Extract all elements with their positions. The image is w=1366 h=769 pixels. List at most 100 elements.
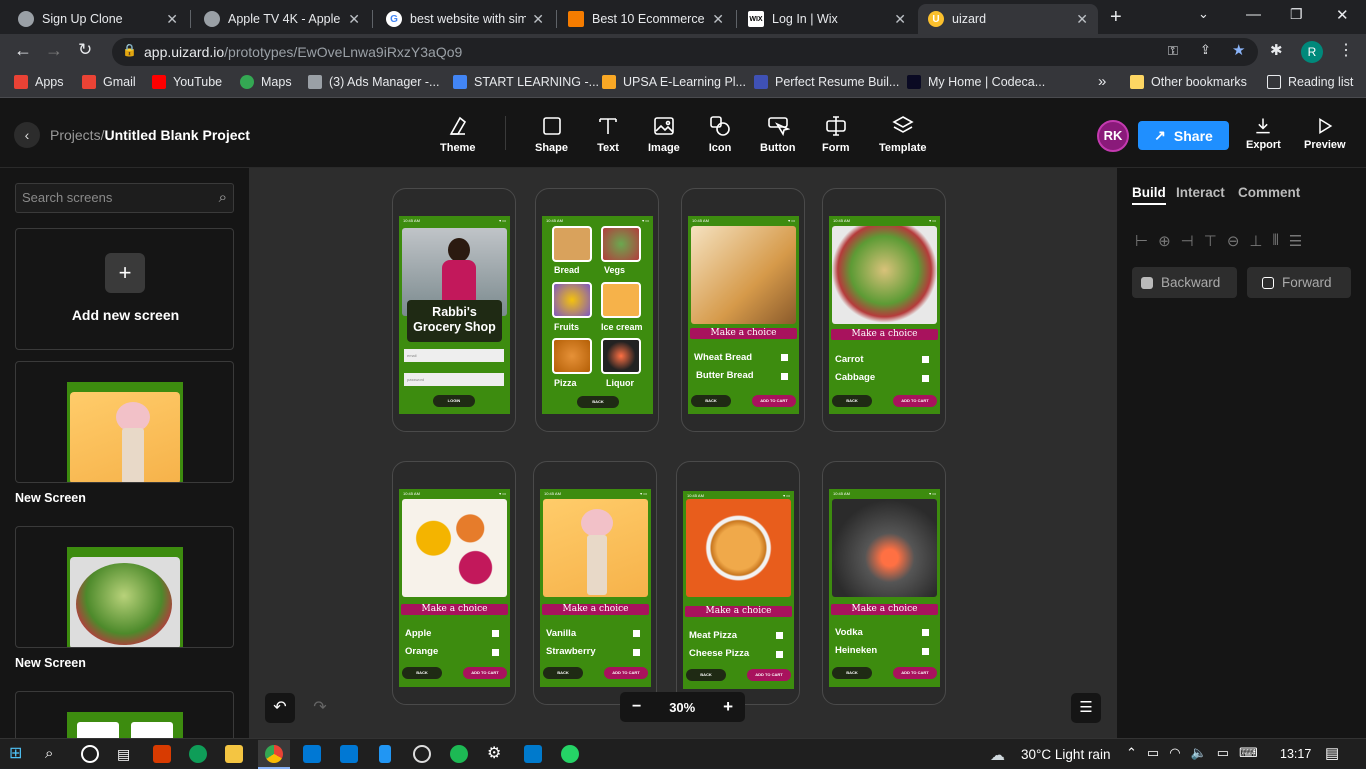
phone-frame-vegs[interactable]: 10:45 AM ▾ ▭ Make a choice Carrot Cabbage… <box>822 188 946 432</box>
close-tab-icon[interactable]: ✕ <box>166 11 178 28</box>
phone-frame-fruits[interactable]: 10:45 AM ▾ ▭ Make a choice Apple Orange B… <box>392 461 516 705</box>
other-bookmarks[interactable]: Other bookmarks <box>1130 75 1247 89</box>
undo-icon[interactable]: ↶ <box>265 693 295 723</box>
close-tab-icon[interactable]: ✕ <box>1076 11 1088 28</box>
forward-arrow-icon[interactable]: → <box>45 40 63 61</box>
redo-icon[interactable]: ↷ <box>305 693 335 723</box>
tab-search-icon[interactable]: ⌄ <box>1198 6 1209 22</box>
notifications-icon[interactable]: ▤ <box>1325 744 1339 762</box>
volume-icon[interactable]: 🔈 <box>1191 745 1207 761</box>
bookmark-item[interactable]: (3) Ads Manager -... <box>308 75 439 89</box>
browser-tab[interactable]: Apple TV 4K - Apple ✕ <box>194 4 370 34</box>
office-icon[interactable] <box>153 745 171 763</box>
mail-icon[interactable] <box>340 745 358 763</box>
browser-tab[interactable]: Best 10 Ecommerce S ✕ <box>558 4 734 34</box>
battery-icon[interactable]: ▭ <box>1217 745 1229 761</box>
search-screens-input[interactable]: Search screens ⌕ <box>15 183 234 213</box>
task-view-icon[interactable]: ▤ <box>117 745 135 763</box>
screen-name[interactable]: New Screen <box>15 491 86 505</box>
chrome-icon[interactable] <box>265 745 283 763</box>
whatsapp-icon[interactable] <box>561 745 579 763</box>
distribute-h-icon[interactable]: ⫴ <box>1272 232 1278 250</box>
bookmark-item[interactable]: YouTube <box>152 75 222 89</box>
bookmark-item[interactable]: Perfect Resume Buil... <box>754 75 899 89</box>
phone-app-icon[interactable] <box>379 745 391 763</box>
browser-tab-active[interactable]: U uizard ✕ <box>918 4 1098 34</box>
tool-button[interactable]: Button <box>760 114 795 154</box>
project-title[interactable]: Untitled Blank Project <box>104 127 249 143</box>
back-chevron-icon[interactable]: ‹ <box>14 122 40 148</box>
tool-icon[interactable]: Icon <box>708 114 732 154</box>
tool-template[interactable]: Template <box>879 114 926 154</box>
more-bookmarks-icon[interactable]: » <box>1098 73 1106 90</box>
windows-start-icon[interactable]: ⊞ <box>9 745 27 763</box>
breadcrumb-projects[interactable]: Projects <box>50 127 101 143</box>
tab-interact[interactable]: Interact <box>1176 185 1225 200</box>
screen-name[interactable]: New Screen <box>15 656 86 670</box>
minimize-icon[interactable]: — <box>1246 6 1261 23</box>
extensions-icon[interactable]: ✱ <box>1270 41 1283 59</box>
align-top-icon[interactable]: ⊤ <box>1204 232 1217 250</box>
align-left-icon[interactable]: ⊢ <box>1135 232 1148 250</box>
settings-sliders-icon[interactable]: ☰ <box>1071 693 1101 723</box>
share-page-icon[interactable]: ⇪ <box>1200 42 1211 58</box>
distribute-v-icon[interactable]: ☰ <box>1289 232 1302 250</box>
vscode-icon[interactable] <box>524 745 542 763</box>
settings-gear-icon[interactable]: ⚙ <box>487 745 505 763</box>
bookmark-item[interactable]: START LEARNING -... <box>453 75 599 89</box>
tool-shape[interactable]: Shape <box>535 114 568 154</box>
close-tab-icon[interactable]: ✕ <box>712 11 724 28</box>
new-tab-button[interactable]: + <box>1110 6 1122 29</box>
spotify-icon[interactable] <box>450 745 468 763</box>
tool-text[interactable]: Text <box>596 114 620 154</box>
bookmark-item[interactable]: Gmail <box>82 75 136 89</box>
browser-tab[interactable]: WIX Log In | Wix ✕ <box>738 4 916 34</box>
align-middle-v-icon[interactable]: ⊖ <box>1227 232 1240 250</box>
zoom-out-button[interactable]: − <box>632 698 641 716</box>
bookmark-item[interactable]: Maps <box>240 75 292 89</box>
bookmark-item[interactable]: My Home | Codeca... <box>907 75 1045 89</box>
search-icon[interactable]: ⌕ <box>45 745 63 763</box>
tool-theme[interactable]: Theme <box>440 114 475 154</box>
screen-thumbnail[interactable] <box>15 526 234 648</box>
wifi-icon[interactable]: ◠ <box>1169 745 1180 761</box>
keyboard-icon[interactable]: ⌨ <box>1239 745 1258 761</box>
browser-tab[interactable]: Sign Up Clone ✕ <box>8 4 188 34</box>
tab-build[interactable]: Build <box>1132 185 1166 205</box>
tray-chevron-icon[interactable]: ⌃ <box>1126 745 1137 761</box>
phone-frame-categories[interactable]: 10:45 AM ▾ ▭ Bread Vegs Fruits Ice cream … <box>535 188 659 432</box>
phone-frame-icecream[interactable]: 10:45 AM ▾ ▭ Make a choice Vanilla Strawb… <box>533 461 657 705</box>
cortana-icon[interactable] <box>81 745 99 763</box>
reading-list[interactable]: Reading list <box>1267 75 1353 89</box>
screen-thumbnail[interactable] <box>15 361 234 483</box>
store-icon[interactable] <box>303 745 321 763</box>
weather-text[interactable]: 30°C Light rain <box>1021 747 1110 762</box>
phone-frame-bread[interactable]: 10:45 AM ▾ ▭ Make a choice Wheat Bread Bu… <box>681 188 805 432</box>
backward-button[interactable]: Backward <box>1132 267 1237 298</box>
phone-frame-pizza[interactable]: 10:45 AM ▾ ▭ Make a choice Meat Pizza Che… <box>676 461 800 705</box>
share-button[interactable]: ↗ Share <box>1138 121 1229 150</box>
back-arrow-icon[interactable]: ← <box>14 40 32 61</box>
close-tab-icon[interactable]: ✕ <box>348 11 360 28</box>
phone-frame-liquor[interactable]: 10:45 AM ▾ ▭ Make a choice Vodka Heineken… <box>822 461 946 705</box>
close-window-icon[interactable]: ✕ <box>1336 6 1349 24</box>
add-new-screen-card[interactable]: + Add new screen <box>15 228 234 350</box>
key-icon[interactable]: ⚿ <box>1168 43 1178 59</box>
bookmark-item[interactable]: UPSA E-Learning Pl... <box>602 75 746 89</box>
align-bottom-icon[interactable]: ⊥ <box>1249 232 1262 250</box>
preview-button[interactable]: Preview <box>1304 116 1346 151</box>
media-icon[interactable] <box>413 745 431 763</box>
export-button[interactable]: Export <box>1246 116 1281 151</box>
clock[interactable]: 13:17 <box>1280 747 1311 761</box>
close-tab-icon[interactable]: ✕ <box>894 11 906 28</box>
tab-comment[interactable]: Comment <box>1238 185 1300 200</box>
reload-icon[interactable]: ↻ <box>78 40 92 60</box>
address-bar[interactable]: 🔒 app.uizard.io/prototypes/EwOveLnwa9iRx… <box>112 38 1258 66</box>
profile-avatar[interactable]: R <box>1301 41 1323 63</box>
restore-icon[interactable]: ❐ <box>1290 6 1303 23</box>
forward-button[interactable]: Forward <box>1247 267 1351 298</box>
file-explorer-icon[interactable] <box>225 745 243 763</box>
user-avatar[interactable]: RK <box>1097 120 1129 152</box>
tool-image[interactable]: Image <box>648 114 680 154</box>
align-right-icon[interactable]: ⊣ <box>1181 232 1194 250</box>
